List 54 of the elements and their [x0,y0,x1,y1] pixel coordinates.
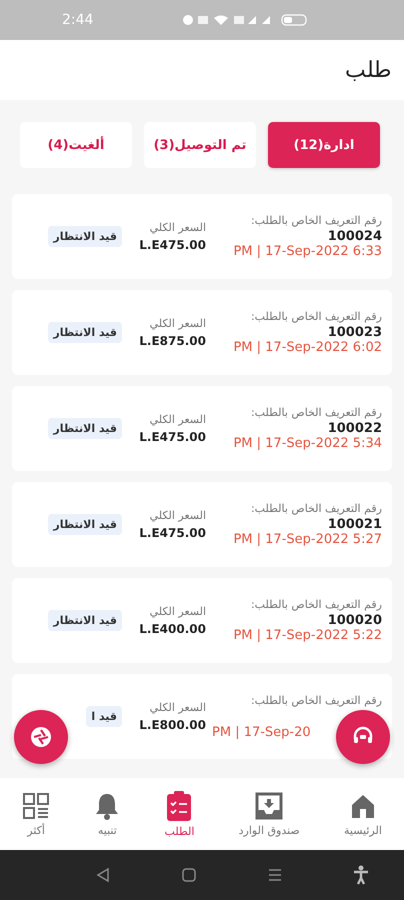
total-price-label: السعر الكلي [150,413,206,426]
total-price-label: السعر الكلي [150,509,206,522]
back-icon[interactable] [95,867,111,883]
order-id-label: رقم التعريف الخاص بالطلب: [250,214,382,227]
total-price: L.E800.00 [139,718,206,732]
grid-icon [22,792,50,820]
bell-icon [94,792,120,820]
home-button-icon[interactable] [181,867,197,883]
status-time: 2:44 [62,12,94,28]
order-id: 100021 [328,517,382,532]
total-price: L.E475.00 [139,526,206,540]
order-id-label: رقم التعريف الخاص بالطلب: [250,694,382,706]
nav-item[interactable]: الرئيسية [344,792,382,836]
filter-tab[interactable]: ألغيت(4) [20,122,132,168]
clipboard-icon [166,790,192,820]
status-badge: قيد الانتظار [48,514,122,535]
nav-item[interactable]: تنبيه [94,792,120,836]
order-id-label: رقم التعريف الخاص بالطلب: [250,310,382,323]
total-price: L.E875.00 [139,334,206,348]
order-id: 100024 [328,229,382,244]
order-date: PM | 17-Sep-2022 5:27 [233,532,382,547]
inbox-icon [255,792,284,820]
order-date: PM | 17-Sep-2022 5:22 [233,628,382,643]
total-price-label: السعر الكلي [150,317,206,330]
order-date: PM | 17-Sep-2022 5:34 [233,436,382,451]
filter-tab[interactable]: ادارة(12) [268,122,380,168]
order-id-label: رقم التعريف الخاص بالطلب: [250,598,382,611]
order-id-label: رقم التعريف الخاص بالطلب: [250,502,382,515]
order-id: 100020 [328,613,382,628]
page-title: طلب [345,57,392,83]
status-badge: قيد الانتظار [48,226,122,247]
status-badge: قيد ا [86,706,122,727]
total-price: L.E400.00 [139,622,206,636]
total-price-label: السعر الكلي [150,221,206,234]
total-price-label: السعر الكلي [150,701,206,714]
accessibility-icon[interactable] [353,865,369,885]
status-badge: قيد الانتظار [48,322,122,343]
menu-icon[interactable] [267,867,283,883]
status-badge: قيد الانتظار [48,610,122,631]
order-id-label: رقم التعريف الخاص بالطلب: [250,406,382,419]
order-date: PM | 17-Sep-2022 6:33 [233,244,382,259]
total-price: L.E475.00 [139,238,206,252]
total-price: L.E475.00 [139,430,206,444]
status-badge: قيد الانتظار [48,418,122,439]
order-date: PM | 17-Sep-2022 6:02 [233,340,382,355]
nav-item[interactable]: صندوق الوارد [238,792,300,836]
order-id: 100022 [328,421,382,436]
nav-item[interactable]: الطلب [164,790,194,838]
shutter-icon [30,726,52,748]
total-price-label: السعر الكلي [150,605,206,618]
order-id: 100023 [328,325,382,340]
order-date: PM | 17-Sep-20 [212,724,311,740]
filter-tab[interactable]: تم التوصيل(3) [144,122,256,168]
nav-item[interactable]: أكثر [22,792,50,836]
